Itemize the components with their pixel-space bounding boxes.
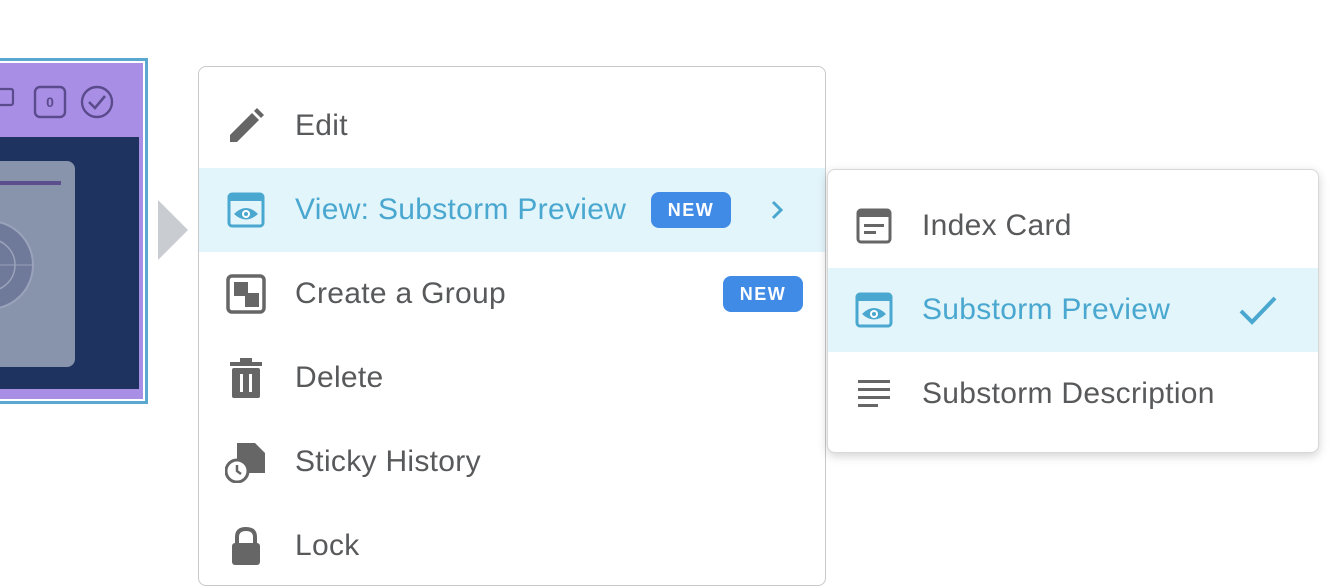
checkmark-icon (1238, 290, 1278, 330)
menu-pointer (158, 200, 188, 260)
preview-eye-icon (225, 189, 267, 231)
card-preview-area (0, 137, 139, 389)
menu-item-lock[interactable]: Lock (199, 504, 825, 588)
menu-item-label: Delete (295, 361, 384, 394)
menu-item-view-substorm-preview[interactable]: View: Substorm Preview NEW (199, 168, 825, 252)
pencil-icon (225, 105, 267, 147)
trash-icon (225, 357, 267, 399)
view-submenu: Index Card Substorm Preview Substorm Des… (827, 169, 1319, 453)
history-icon (225, 441, 267, 483)
chevron-right-icon (765, 198, 789, 222)
menu-item-delete[interactable]: Delete (199, 336, 825, 420)
submenu-item-substorm-preview[interactable]: Substorm Preview (828, 268, 1318, 352)
vote-counter[interactable]: 0 (33, 85, 67, 124)
submenu-item-label: Substorm Description (922, 377, 1215, 410)
menu-item-label: Sticky History (295, 445, 481, 478)
menu-item-edit[interactable]: Edit (199, 84, 825, 168)
submenu-item-index-card[interactable]: Index Card (828, 184, 1318, 268)
comment-icon[interactable] (0, 85, 17, 112)
submenu-item-substorm-description[interactable]: Substorm Description (828, 352, 1318, 436)
new-badge: NEW (651, 192, 731, 228)
menu-item-label: Create a Group (295, 277, 506, 310)
group-icon (225, 273, 267, 315)
lock-icon (225, 525, 267, 567)
index-card-icon (854, 206, 894, 246)
check-circle-icon[interactable] (79, 85, 115, 126)
menu-item-sticky-history[interactable]: Sticky History (199, 420, 825, 504)
context-menu: Edit View: Substorm Preview NEW Create a… (198, 66, 826, 586)
sticky-card-surface: 0 (0, 63, 143, 399)
sticky-card[interactable]: 0 (0, 58, 148, 404)
menu-item-label: View: Substorm Preview (295, 193, 627, 226)
menu-item-label: Lock (295, 529, 360, 562)
description-lines-icon (854, 374, 894, 414)
card-toolbar: 0 (0, 85, 143, 119)
vote-counter-value: 0 (46, 94, 54, 110)
preview-thumbnail (0, 161, 75, 367)
menu-item-label: Edit (295, 109, 348, 142)
submenu-item-label: Index Card (922, 209, 1072, 242)
preview-eye-icon (854, 290, 894, 330)
menu-item-create-group[interactable]: Create a Group NEW (199, 252, 825, 336)
submenu-item-label: Substorm Preview (922, 293, 1171, 326)
new-badge: NEW (723, 276, 803, 312)
